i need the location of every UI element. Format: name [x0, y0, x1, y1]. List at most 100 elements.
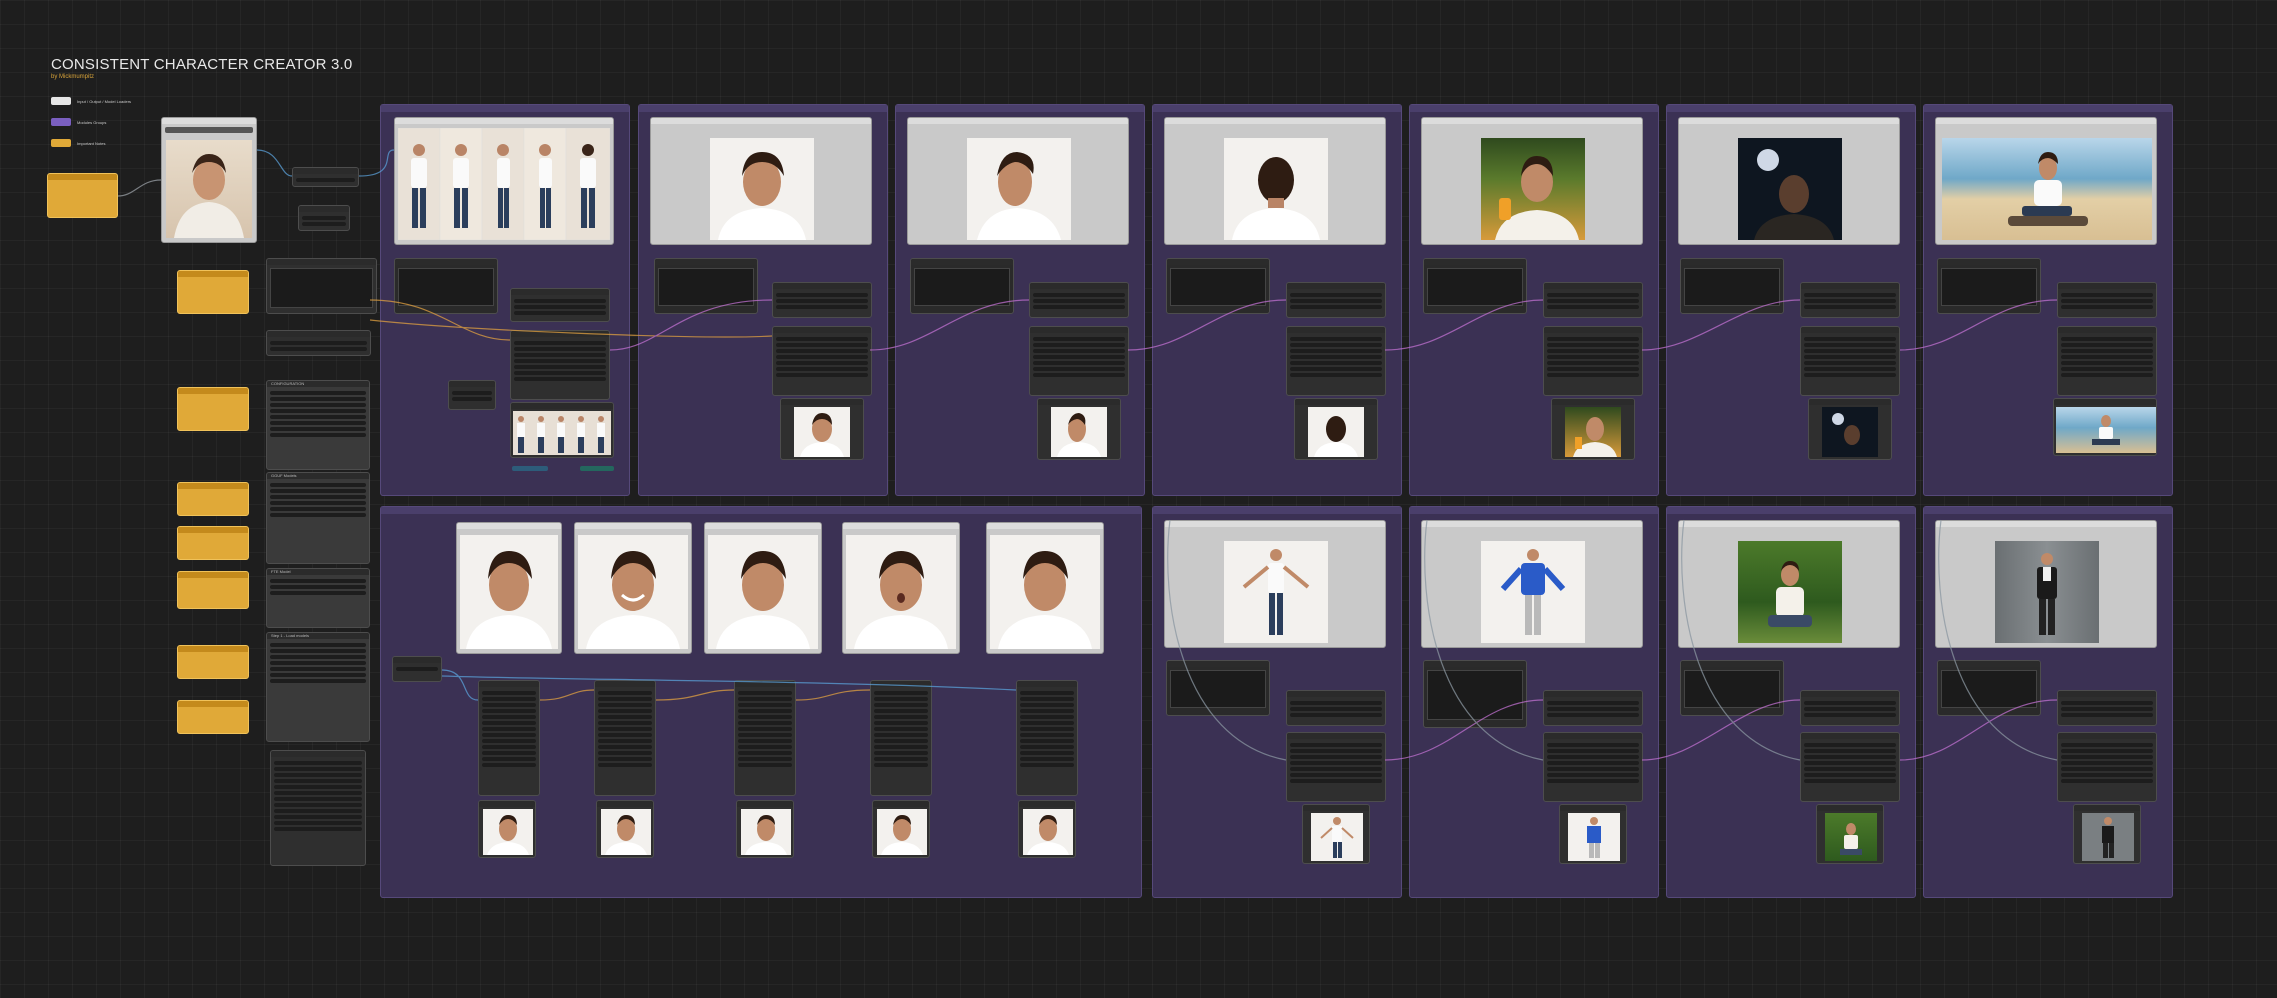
note-node[interactable]	[177, 645, 249, 679]
preview-image-node[interactable]	[907, 117, 1129, 245]
preview-image-node[interactable]	[1164, 520, 1386, 648]
ksampler-node[interactable]	[772, 326, 872, 396]
ksampler-node[interactable]	[1543, 732, 1643, 802]
controlnet-node[interactable]	[1286, 282, 1386, 318]
controlnet-node[interactable]	[1029, 282, 1129, 318]
side-profile-image	[967, 138, 1071, 240]
expression-neutral-image	[990, 535, 1100, 649]
ksampler-node[interactable]	[1286, 732, 1386, 802]
seed-node[interactable]	[266, 330, 371, 356]
preview-image-node[interactable]	[394, 117, 614, 245]
configuration-group[interactable]: CONFIGURATION	[266, 380, 370, 470]
text-prompt-node[interactable]	[1166, 660, 1270, 716]
park-illustration	[1768, 561, 1812, 627]
expression-image-node[interactable]	[574, 522, 692, 654]
text-prompt-node[interactable]	[1937, 660, 2041, 716]
prompt-node[interactable]	[266, 258, 377, 314]
ksampler-node[interactable]	[1543, 326, 1643, 396]
output-preview-node[interactable]	[1294, 398, 1378, 460]
output-preview-node[interactable]	[2053, 398, 2157, 456]
ksampler-node[interactable]	[870, 680, 932, 796]
text-prompt-node[interactable]	[910, 258, 1014, 314]
output-preview-node[interactable]	[1302, 804, 1370, 864]
controlnet-node[interactable]	[1800, 282, 1900, 318]
output-preview-node[interactable]	[1551, 398, 1635, 460]
ksampler-node[interactable]	[1286, 326, 1386, 396]
ksampler-node[interactable]	[594, 680, 656, 796]
output-chip[interactable]	[512, 466, 548, 471]
expression-image-node[interactable]	[704, 522, 822, 654]
note-node[interactable]	[177, 526, 249, 560]
preview-image-node[interactable]	[1421, 520, 1643, 648]
preview-image-node[interactable]	[650, 117, 872, 245]
flux-model-group[interactable]: FTE Model	[266, 568, 370, 628]
load-image-node[interactable]	[161, 117, 257, 243]
output-preview-node[interactable]	[596, 800, 654, 858]
controlnet-node[interactable]	[2057, 282, 2157, 318]
node-resize[interactable]	[292, 167, 359, 187]
text-prompt-node[interactable]	[1423, 660, 1527, 728]
preview-image-node[interactable]	[1678, 117, 1900, 245]
preview-image-node[interactable]	[1678, 520, 1900, 648]
output-preview-node[interactable]	[510, 402, 614, 458]
controlnet-node[interactable]	[1800, 690, 1900, 726]
text-prompt-node[interactable]	[1937, 258, 2041, 314]
vae-decode-node[interactable]	[448, 380, 496, 410]
output-preview-node[interactable]	[478, 800, 536, 858]
preview-image-node[interactable]	[1935, 520, 2157, 648]
note-node[interactable]	[47, 173, 118, 218]
load-models-group[interactable]: Step 1 - Load models	[266, 632, 370, 742]
preview-image-node[interactable]	[1164, 117, 1386, 245]
expression-image-node[interactable]	[456, 522, 562, 654]
output-preview-node[interactable]	[780, 398, 864, 460]
ksampler-node[interactable]	[1800, 732, 1900, 802]
note-node[interactable]	[177, 387, 249, 431]
ksampler-node[interactable]	[478, 680, 540, 796]
output-preview-node[interactable]	[1816, 804, 1884, 864]
output-thumb	[601, 809, 651, 855]
note-node[interactable]	[177, 270, 249, 314]
controlnet-node[interactable]	[2057, 690, 2157, 726]
output-preview-node[interactable]	[2073, 804, 2141, 864]
preview-image-node[interactable]	[1935, 117, 2157, 245]
ksampler-node[interactable]	[1029, 326, 1129, 396]
output-preview-node[interactable]	[872, 800, 930, 858]
text-prompt-node[interactable]	[1166, 258, 1270, 314]
controlnet-node[interactable]	[1543, 690, 1643, 726]
controlnet-node[interactable]	[510, 288, 610, 322]
output-preview-node[interactable]	[1559, 804, 1627, 864]
output-chip[interactable]	[580, 466, 614, 471]
ksampler-node[interactable]	[1016, 680, 1078, 796]
thumb-back-illustration	[1314, 416, 1358, 457]
output-preview-node[interactable]	[1037, 398, 1121, 460]
text-prompt-node[interactable]	[394, 258, 498, 314]
output-thumb	[1051, 407, 1107, 457]
text-prompt-node[interactable]	[1680, 660, 1784, 716]
ksampler-node[interactable]	[1800, 326, 1900, 396]
text-prompt-node[interactable]	[654, 258, 758, 314]
controlnet-node[interactable]	[1543, 282, 1643, 318]
expression-image-node[interactable]	[986, 522, 1104, 654]
node-crop[interactable]	[298, 205, 350, 231]
note-node[interactable]	[177, 571, 249, 609]
text-prompt-node[interactable]	[1423, 258, 1527, 314]
controlnet-node[interactable]	[772, 282, 872, 318]
legend-label: Input / Output / Model Loaders	[77, 98, 132, 104]
ksampler-node[interactable]	[2057, 326, 2157, 396]
expression-image-node[interactable]	[842, 522, 960, 654]
preview-image-node[interactable]	[1421, 117, 1643, 245]
output-preview-node[interactable]	[736, 800, 794, 858]
ksampler-node[interactable]	[510, 330, 610, 400]
controlnet-node[interactable]	[1286, 690, 1386, 726]
text-prompt-node[interactable]	[1680, 258, 1784, 314]
output-preview-node[interactable]	[1018, 800, 1076, 858]
output-preview-node[interactable]	[1808, 398, 1892, 460]
ksampler-node[interactable]	[734, 680, 796, 796]
lora-stack-node[interactable]	[270, 750, 366, 866]
gguf-group[interactable]: GGUF Models	[266, 472, 370, 564]
arms-open-image	[1224, 541, 1328, 643]
node-input-small[interactable]	[392, 656, 442, 682]
ksampler-node[interactable]	[2057, 732, 2157, 802]
note-node[interactable]	[177, 482, 249, 516]
note-node[interactable]	[177, 700, 249, 734]
